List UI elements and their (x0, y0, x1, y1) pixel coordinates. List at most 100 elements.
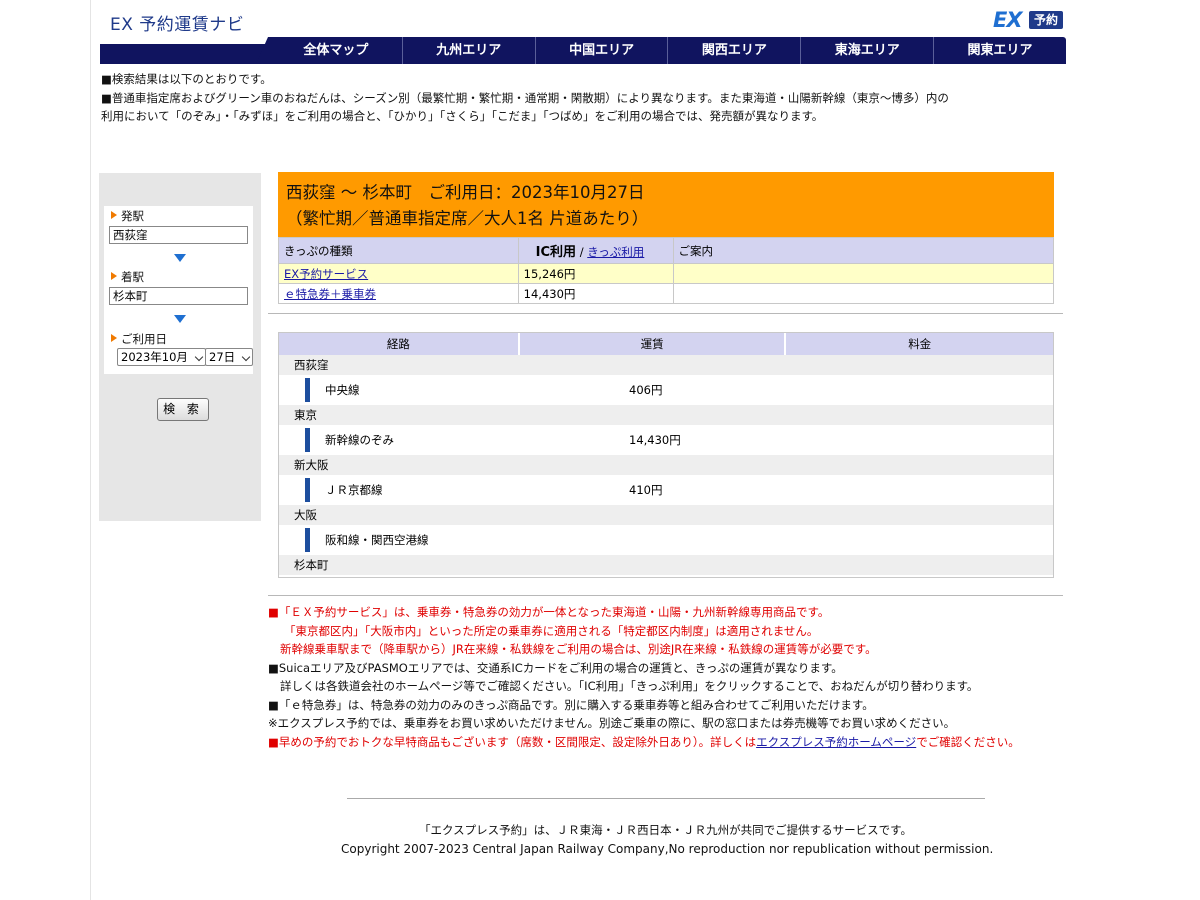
nav-item-kyushu[interactable]: 九州エリア (401, 37, 535, 64)
nav-item-kansai[interactable]: 関西エリア (667, 37, 800, 64)
note-ex-service: ■「ＥＸ予約サービス」は、乗車券・特急券の効力が一体となった東海道・山陽・九州新… (268, 605, 830, 619)
nav-item-all-map[interactable]: 全体マップ (270, 37, 402, 64)
result-header: 西荻窪 ～ 杉本町 ご利用日：2023年10月27日 （繁忙期／普通車指定席／大… (278, 172, 1054, 237)
line-name: 新幹線のぞみ (325, 433, 394, 447)
ticket-name-cell: EX予約サービス (278, 263, 519, 284)
col-fare: 運賃 (520, 333, 787, 355)
line-bar (305, 528, 310, 552)
line-name: 中央線 (325, 383, 360, 397)
intro-line: ■普通車指定席およびグリーン車のおねだんは、シーズン別（最繁忙期・繁忙期・通常期… (101, 90, 949, 105)
ticket-info (672, 263, 1055, 284)
route-station-row: 大阪 (279, 505, 1053, 525)
col-route: 経路 (279, 333, 520, 355)
note-e-ticket: ■「ｅ特急券」は、特急券の効力のみのきっぷ商品です。別に購入する乗車券等と組み合… (268, 697, 874, 712)
footer-divider (347, 798, 985, 799)
logo-yoyaku-text: 予約 (1029, 11, 1063, 29)
line-name: ＪＲ京都線 (325, 483, 383, 497)
site-title[interactable]: EX 予約運賃ナビ (110, 10, 244, 35)
line-bar (305, 478, 310, 502)
day-select-value: 27日 (209, 350, 236, 364)
search-button[interactable]: 検 索 (157, 398, 209, 421)
area-navigation: 全体マップ 九州エリア 中国エリア 関西エリア 東海エリア 関東エリア (100, 37, 1066, 64)
route-line-row: 中央線 406円 (279, 375, 1053, 405)
line-fare: 406円 (629, 383, 663, 397)
month-select-value: 2023年10月 (121, 350, 188, 364)
route-table-header: 経路 運賃 料金 (279, 333, 1053, 355)
nav-left-band (100, 44, 270, 64)
route-line-row: 新幹線のぞみ 14,430円 (279, 425, 1053, 455)
from-station-label: 発駅 (111, 208, 144, 224)
day-select[interactable]: 27日 (205, 348, 253, 366)
month-select[interactable]: 2023年10月 (117, 348, 206, 366)
ticket-name-cell: ｅ特急券＋乗車券 (278, 283, 519, 304)
intro-line: ■検索結果は以下のとおりです。 (101, 72, 272, 86)
nav-item-chugoku[interactable]: 中国エリア (534, 37, 668, 64)
footer-service-note: 「エクスプレス予約」は、ＪＲ東海・ＪＲ西日本・ＪＲ九州が共同でご提供するサービス… (419, 823, 912, 837)
note-local-fare: 新幹線乗車駅まで（降車駅から）JR在来線・私鉄線をご利用の場合は、別途JR在来線… (280, 642, 877, 656)
route-table: 経路 運賃 料金 西荻窪 中央線 406円 東京 新幹線のぞみ 14,430円 新大… (278, 332, 1054, 578)
ticket-price: 14,430円 (517, 283, 674, 304)
route-station-row: 新大阪 (279, 455, 1053, 475)
route-line-row: ＪＲ京都線 410円 (279, 475, 1053, 505)
result-subtitle: （繁忙期／普通車指定席／大人1名 片道あたり） (286, 209, 649, 228)
express-homepage-link[interactable]: エクスプレス予約ホームページ (756, 735, 916, 749)
ic-use-label[interactable]: IC利用 (536, 245, 576, 260)
intro-line: 利用において「のぞみ」・「みずほ」をご利用の場合と、「ひかり」「さくら」「こだま… (101, 109, 824, 123)
orange-arrow-icon (111, 272, 117, 280)
nav-bar: 全体マップ 九州エリア 中国エリア 関西エリア 東海エリア 関東エリア (270, 37, 1066, 64)
divider (268, 313, 1063, 314)
chevron-down-icon (194, 352, 204, 362)
note-early-discount: ■早めの予約でおトクな早特商品もございます（席数・区間限定、設定除外日あり）。詳… (268, 733, 1058, 752)
search-form: 発駅 西荻窪 着駅 杉本町 ご利用日 2023年10月 27日 (104, 206, 253, 374)
from-station-input[interactable]: 西荻窪 (109, 226, 248, 244)
col-charge: 料金 (908, 337, 932, 351)
note-early-text: ■早めの予約でおトクな早特商品もございます（席数・区間限定、設定除外日あり）。詳… (268, 734, 757, 749)
footer-copyright: Copyright 2007-2023 Central Japan Railwa… (341, 842, 994, 856)
route-station-row: 西荻窪 (279, 355, 1053, 375)
line-bar (305, 428, 310, 452)
logo-ex-text: EX (993, 8, 1023, 32)
route-station-row: 東京 (279, 405, 1053, 425)
table-row: EX予約サービス 15,246円 (278, 263, 1055, 284)
date-label-text: ご利用日 (121, 332, 167, 346)
e-ticket-link[interactable]: ｅ特急券＋乗車券 (284, 287, 376, 301)
line-name: 阪和線・関西空港線 (325, 533, 429, 547)
notes-section: ■「ＥＸ予約サービス」は、乗車券・特急券の効力が一体となった東海道・山陽・九州新… (268, 603, 1058, 751)
ex-service-link[interactable]: EX予約サービス (284, 267, 368, 281)
divider (268, 595, 1063, 596)
ex-yoyaku-logo[interactable]: EX 予約 (993, 9, 1067, 31)
down-arrow-icon (174, 254, 186, 262)
result-title: 西荻窪 ～ 杉本町 ご利用日：2023年10月27日 (286, 183, 645, 202)
chevron-down-icon (241, 352, 251, 362)
to-station-input[interactable]: 杉本町 (109, 287, 248, 305)
station-name: 新大阪 (294, 458, 329, 472)
page-border-line (90, 0, 91, 900)
note-early-suffix: でご確認ください。 (916, 734, 1020, 749)
route-line-row: 阪和線・関西空港線 (279, 525, 1053, 555)
note-ic-detail: 詳しくは各鉄道会社のホームページ等でご確認ください。「IC利用」「きっぷ利用」を… (280, 679, 979, 693)
note-ic-card: ■Suicaエリア及びPASMOエリアでは、交通系ICカードをご利用の場合の運賃… (268, 660, 843, 675)
orange-arrow-icon (111, 334, 117, 342)
line-bar (305, 378, 310, 402)
to-label-text: 着駅 (121, 270, 144, 284)
note-city-rule: 「東京都区内」「大阪市内」といった所定の乗車券に適用される「特定都区内制度」は適… (284, 623, 819, 638)
table-row: ｅ特急券＋乗車券 14,430円 (278, 283, 1055, 304)
ticket-table-header: きっぷの種類 IC利用 / きっぷ利用 ご案内 (278, 237, 1055, 264)
ticket-table: きっぷの種類 IC利用 / きっぷ利用 ご案内 EX予約サービス 15,246円… (278, 237, 1055, 304)
to-station-label: 着駅 (111, 269, 144, 285)
route-station-row: 杉本町 (279, 555, 1053, 575)
col-ticket-type: きっぷの種類 (278, 237, 519, 264)
nav-item-tokai[interactable]: 東海エリア (800, 37, 933, 64)
nav-item-kanto[interactable]: 関東エリア (933, 37, 1066, 64)
ticket-use-link[interactable]: きっぷ利用 (587, 245, 644, 259)
station-name: 杉本町 (294, 558, 329, 572)
station-name: 大阪 (294, 508, 317, 522)
search-sidebar: 発駅 西荻窪 着駅 杉本町 ご利用日 2023年10月 27日 検 索 (99, 173, 261, 521)
ticket-price: 15,246円 (517, 263, 674, 284)
from-label-text: 発駅 (121, 209, 144, 223)
orange-arrow-icon (111, 211, 117, 219)
ticket-info (672, 283, 1055, 304)
note-express: ※エクスプレス予約では、乗車券をお買い求めいただけません。別途ご乗車の際に、駅の… (268, 716, 956, 730)
down-arrow-icon (174, 315, 186, 323)
toggle-separator: / (579, 245, 584, 259)
